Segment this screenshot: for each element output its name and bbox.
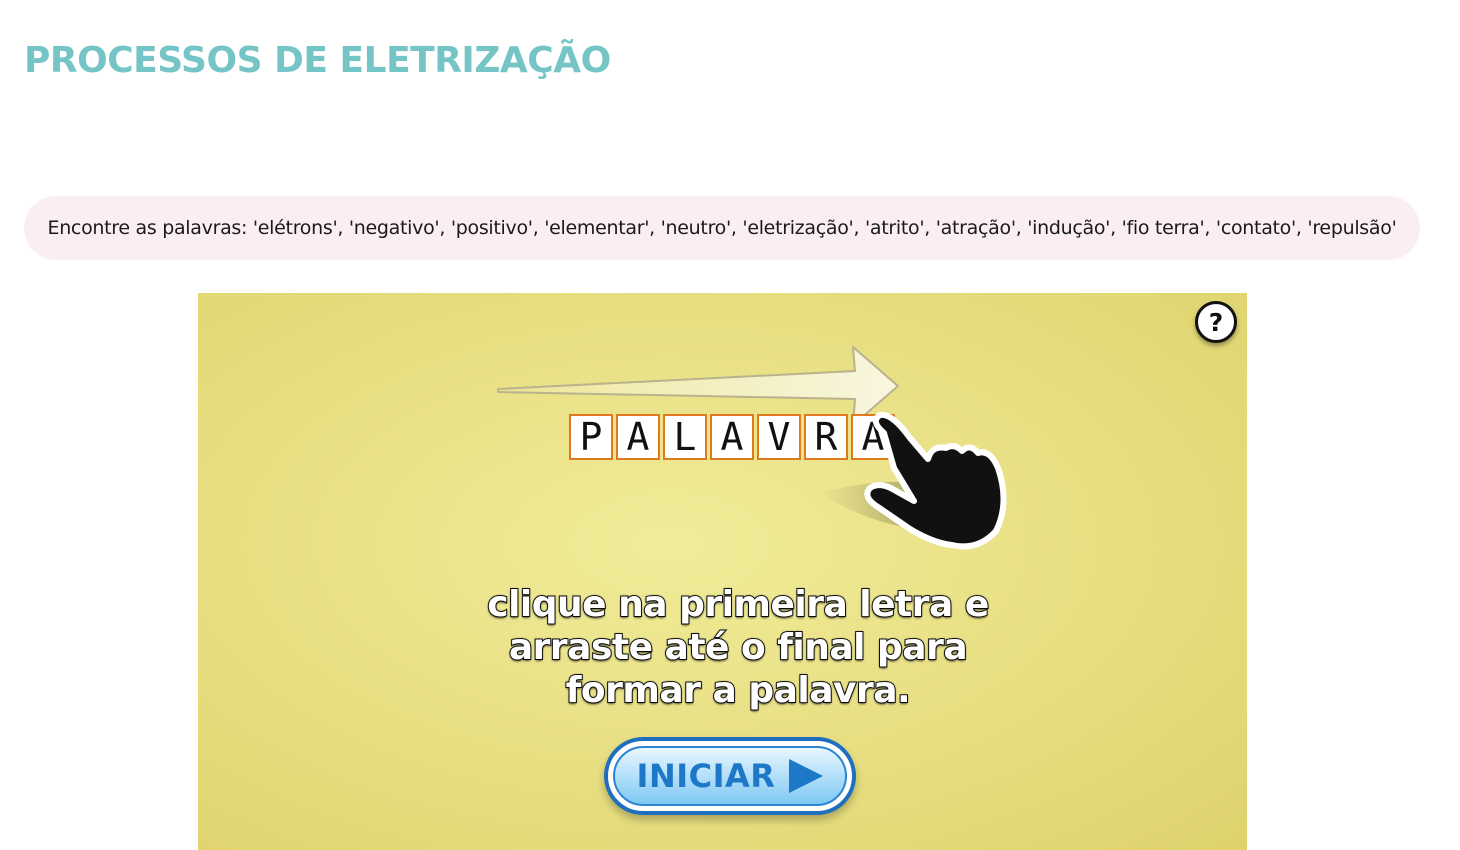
instruction-line-3: formar a palavra. — [565, 669, 912, 712]
demo-letter-box: A — [710, 414, 754, 460]
demo-letter-box: V — [757, 414, 801, 460]
demo-letter-box: P — [569, 414, 613, 460]
word-search-game[interactable]: P A L A V R A ? clique na primeira letra… — [198, 293, 1247, 850]
help-button[interactable]: ? — [1195, 301, 1237, 343]
start-button[interactable]: INICIAR — [604, 737, 856, 815]
instruction-line-1: clique na primeira letra e — [486, 583, 990, 626]
game-instruction: clique na primeira letra e arraste até o… — [398, 583, 1078, 712]
page-title: PROCESSOS DE ELETRIZAÇÃO — [24, 40, 611, 81]
demo-letter-box: R — [804, 414, 848, 460]
play-icon — [789, 759, 824, 793]
instructions-banner: Encontre as palavras: 'elétrons', 'negat… — [24, 196, 1420, 260]
start-label: INICIAR — [636, 757, 776, 795]
start-button-face[interactable]: INICIAR — [613, 746, 847, 806]
instructions-text: Encontre as palavras: 'elétrons', 'negat… — [47, 217, 1397, 239]
help-icon: ? — [1208, 307, 1224, 337]
demo-letter-box: L — [663, 414, 707, 460]
instruction-line-2: arraste até o final para — [508, 626, 969, 669]
demo-letter-box: A — [851, 414, 895, 460]
demo-letter-box: A — [616, 414, 660, 460]
